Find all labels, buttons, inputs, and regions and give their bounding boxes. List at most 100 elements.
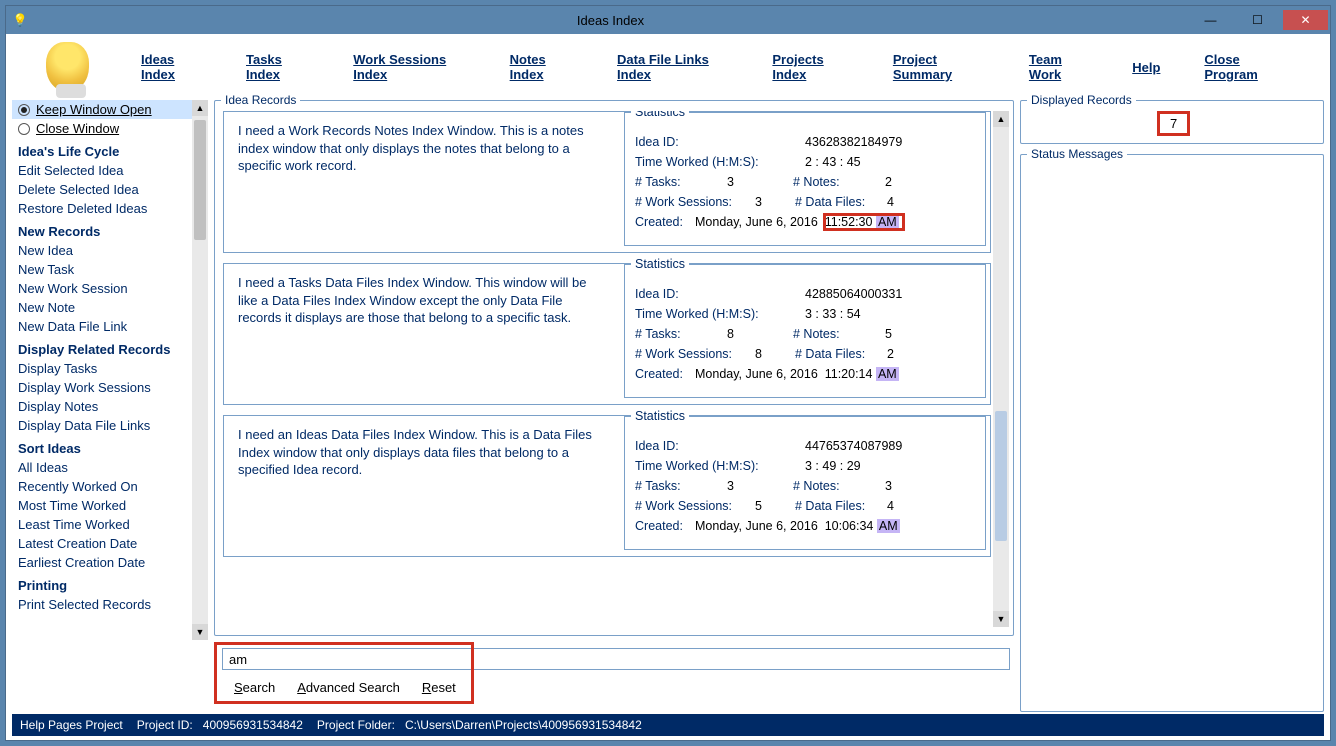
- record-stats: Statistics Idea ID:43628382184979 Time W…: [620, 112, 990, 252]
- record-card[interactable]: I need an Ideas Data Files Index Window.…: [223, 415, 991, 557]
- label-tasks: # Tasks:: [635, 327, 727, 341]
- sidebar-delete-idea[interactable]: Delete Selected Idea: [12, 180, 208, 199]
- nav-tasks-index[interactable]: Tasks Index: [246, 52, 309, 82]
- label-notes: # Notes:: [793, 175, 885, 189]
- sidebar-new-idea[interactable]: New Idea: [12, 241, 208, 260]
- footer-help-pages[interactable]: Help Pages Project: [20, 718, 123, 732]
- nav-help[interactable]: Help: [1132, 60, 1160, 75]
- radio-label: Close Window: [36, 121, 119, 136]
- scroll-thumb[interactable]: [995, 411, 1007, 541]
- value-time-worked: 2 : 43 : 45: [805, 155, 861, 169]
- label-data-files: # Data Files:: [795, 195, 887, 209]
- sidebar-new-data-file-link[interactable]: New Data File Link: [12, 317, 208, 336]
- nav-project-summary[interactable]: Project Summary: [893, 52, 985, 82]
- label-work-sessions: # Work Sessions:: [635, 347, 755, 361]
- sidebar-display-notes[interactable]: Display Notes: [12, 397, 208, 416]
- label-notes: # Notes:: [793, 479, 885, 493]
- idea-records-legend: Idea Records: [221, 93, 300, 107]
- displayed-records-fieldset: Displayed Records 7: [1020, 100, 1324, 144]
- nav-projects-index[interactable]: Projects Index: [772, 52, 849, 82]
- close-button[interactable]: ✕: [1283, 10, 1328, 30]
- scroll-thumb[interactable]: [194, 120, 206, 240]
- label-data-files: # Data Files:: [795, 499, 887, 513]
- sidebar-new-note[interactable]: New Note: [12, 298, 208, 317]
- content-area: Keep Window Open Close Window Idea's Lif…: [12, 100, 1324, 712]
- scroll-down-icon[interactable]: ▼: [993, 611, 1009, 627]
- sidebar-sort-most-time[interactable]: Most Time Worked: [12, 496, 208, 515]
- right-column: Displayed Records 7 Status Messages: [1020, 100, 1324, 712]
- label-tasks: # Tasks:: [635, 175, 727, 189]
- window-title: Ideas Index: [34, 13, 1187, 28]
- radio-icon: [18, 123, 30, 135]
- label-work-sessions: # Work Sessions:: [635, 195, 755, 209]
- nav-data-file-links-index[interactable]: Data File Links Index: [617, 52, 728, 82]
- sidebar-head-life-cycle: Idea's Life Cycle: [12, 138, 208, 161]
- scroll-up-icon[interactable]: ▲: [192, 100, 208, 116]
- nav-ideas-index[interactable]: Ideas Index: [141, 52, 202, 82]
- value-work-sessions: 5: [755, 499, 762, 513]
- sidebar-restore-ideas[interactable]: Restore Deleted Ideas: [12, 199, 208, 218]
- label-created: Created:: [635, 215, 695, 229]
- footer-project-id: Project ID: 400956931534842: [137, 718, 303, 732]
- app-icon: 💡: [6, 13, 34, 27]
- sidebar: Keep Window Open Close Window Idea's Lif…: [12, 100, 208, 712]
- record-text: I need an Ideas Data Files Index Window.…: [224, 416, 620, 556]
- records-list: I need a Work Records Notes Index Window…: [223, 111, 991, 627]
- value-idea-id: 43628382184979: [805, 135, 902, 149]
- sidebar-sort-latest[interactable]: Latest Creation Date: [12, 534, 208, 553]
- sidebar-sort-all[interactable]: All Ideas: [12, 458, 208, 477]
- record-card[interactable]: I need a Work Records Notes Index Window…: [223, 111, 991, 253]
- scroll-down-icon[interactable]: ▼: [192, 624, 208, 640]
- statistics-box: Statistics Idea ID:42885064000331 Time W…: [624, 264, 986, 398]
- value-tasks: 8: [727, 327, 734, 341]
- record-text: I need a Tasks Data Files Index Window. …: [224, 264, 620, 404]
- radio-icon: [18, 104, 30, 116]
- value-created: Monday, June 6, 2016 10:06:34 AM: [695, 519, 900, 533]
- main-nav: Ideas Index Tasks Index Work Sessions In…: [6, 34, 1330, 100]
- logo-icon: [46, 42, 89, 92]
- maximize-button[interactable]: ☐: [1235, 10, 1280, 30]
- scroll-up-icon[interactable]: ▲: [993, 111, 1009, 127]
- app-window: 💡 Ideas Index — ☐ ✕ Ideas Index Tasks In…: [5, 5, 1331, 741]
- nav-work-sessions-index[interactable]: Work Sessions Index: [353, 52, 465, 82]
- window-controls: — ☐ ✕: [1187, 10, 1330, 30]
- nav-notes-index[interactable]: Notes Index: [510, 52, 573, 82]
- label-notes: # Notes:: [793, 327, 885, 341]
- sidebar-new-work-session[interactable]: New Work Session: [12, 279, 208, 298]
- status-bar: Help Pages Project Project ID: 400956931…: [12, 714, 1324, 736]
- sidebar-print-selected[interactable]: Print Selected Records: [12, 595, 208, 614]
- sidebar-head-sort-ideas: Sort Ideas: [12, 435, 208, 458]
- search-bar: Search Advanced Search Reset: [214, 642, 1014, 704]
- sidebar-head-display-related: Display Related Records: [12, 336, 208, 359]
- value-created: Monday, June 6, 2016 11:20:14 AM: [695, 367, 899, 381]
- sidebar-display-data-file-links[interactable]: Display Data File Links: [12, 416, 208, 435]
- title-bar: 💡 Ideas Index — ☐ ✕: [6, 6, 1330, 34]
- sidebar-sort-recently[interactable]: Recently Worked On: [12, 477, 208, 496]
- sidebar-head-printing: Printing: [12, 572, 208, 595]
- sidebar-sort-least-time[interactable]: Least Time Worked: [12, 515, 208, 534]
- sidebar-sort-earliest[interactable]: Earliest Creation Date: [12, 553, 208, 572]
- search-actions: Search Advanced Search Reset: [234, 680, 456, 695]
- sidebar-display-tasks[interactable]: Display Tasks: [12, 359, 208, 378]
- radio-keep-window-open[interactable]: Keep Window Open: [12, 100, 208, 119]
- sidebar-scrollbar[interactable]: ▲ ▼: [192, 100, 208, 640]
- status-messages-legend: Status Messages: [1027, 147, 1127, 161]
- sidebar-edit-idea[interactable]: Edit Selected Idea: [12, 161, 208, 180]
- sidebar-head-new-records: New Records: [12, 218, 208, 241]
- records-scrollbar[interactable]: ▲ ▼: [993, 111, 1009, 627]
- status-messages-fieldset: Status Messages: [1020, 154, 1324, 712]
- sidebar-new-task[interactable]: New Task: [12, 260, 208, 279]
- record-card[interactable]: I need a Tasks Data Files Index Window. …: [223, 263, 991, 405]
- minimize-button[interactable]: —: [1188, 10, 1233, 30]
- nav-team-work[interactable]: Team Work: [1029, 52, 1088, 82]
- reset-link[interactable]: Reset: [422, 680, 456, 695]
- sidebar-display-work-sessions[interactable]: Display Work Sessions: [12, 378, 208, 397]
- radio-close-window[interactable]: Close Window: [12, 119, 208, 138]
- statistics-box: Statistics Idea ID:44765374087989 Time W…: [624, 416, 986, 550]
- record-stats: Statistics Idea ID:42885064000331 Time W…: [620, 264, 990, 404]
- nav-close-program[interactable]: Close Program: [1204, 52, 1284, 82]
- search-link[interactable]: Search: [234, 680, 275, 695]
- search-input[interactable]: [222, 648, 1010, 670]
- advanced-search-link[interactable]: Advanced Search: [297, 680, 400, 695]
- value-work-sessions: 8: [755, 347, 762, 361]
